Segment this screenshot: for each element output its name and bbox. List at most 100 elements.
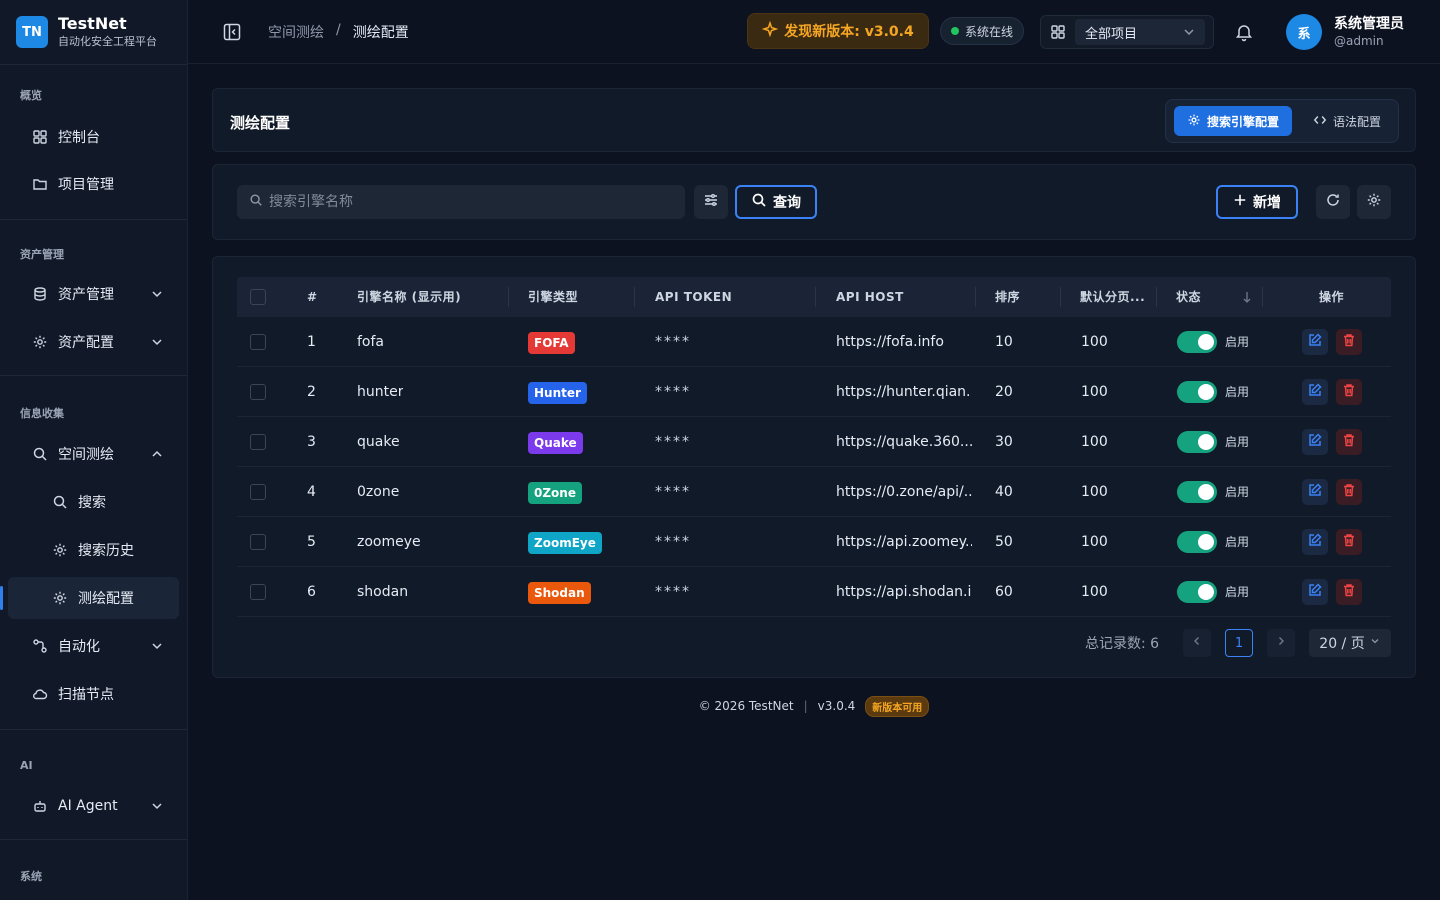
cell-page-size: 100 [1081, 534, 1108, 550]
add-label: 新增 [1253, 195, 1281, 211]
row-checkbox[interactable] [250, 434, 266, 450]
edit-button[interactable] [1302, 429, 1328, 455]
status-toggle[interactable] [1177, 381, 1217, 403]
edit-button[interactable] [1302, 579, 1328, 605]
config-tabs: 搜索引擎配置 语法配置 [1165, 99, 1399, 143]
user-info[interactable]: 系统管理员 @admin [1334, 15, 1404, 49]
sort-arrow-icon[interactable] [1241, 290, 1253, 308]
tab-label: 语法配置 [1332, 114, 1381, 129]
cell-index: 3 [307, 434, 316, 450]
gear-icon [1187, 113, 1201, 130]
top-header: 空间测绘 / 测绘配置 发现新版本: v3.0.4 系统在线 全部项目 系 系统… [188, 0, 1440, 64]
filter-button[interactable] [694, 185, 728, 219]
cell-sort: 20 [995, 384, 1013, 400]
cell-api-token: **** [655, 534, 691, 550]
status-toggle[interactable] [1177, 531, 1217, 553]
cell-name: shodan [357, 584, 409, 600]
tab-search-engine-config[interactable]: 搜索引擎配置 [1174, 106, 1292, 136]
bell-icon[interactable] [1234, 22, 1254, 42]
row-checkbox[interactable] [250, 534, 266, 550]
delete-button[interactable] [1336, 529, 1362, 555]
column-divider [508, 287, 509, 307]
user-id: @admin [1334, 34, 1384, 48]
page-size-select[interactable]: 20 / 页 [1309, 629, 1391, 657]
row-checkbox[interactable] [250, 584, 266, 600]
cell-api-token: **** [655, 334, 691, 350]
refresh-button[interactable] [1316, 185, 1350, 219]
edit-button[interactable] [1302, 479, 1328, 505]
page-number-current[interactable]: 1 [1225, 629, 1253, 657]
delete-button[interactable] [1336, 329, 1362, 355]
cell-sort: 30 [995, 434, 1013, 450]
sidebar-item-projects[interactable]: 项目管理 [8, 163, 179, 205]
trash-icon [1341, 432, 1357, 452]
column-header-sort[interactable]: 排序 [995, 277, 1020, 317]
tab-syntax-config[interactable]: 语法配置 [1302, 106, 1392, 136]
project-selector[interactable]: 全部项目 [1040, 15, 1214, 49]
project-select[interactable]: 全部项目 [1075, 19, 1205, 45]
table-settings-button[interactable] [1357, 185, 1391, 219]
status-toggle[interactable] [1177, 481, 1217, 503]
status-toggle[interactable] [1177, 431, 1217, 453]
delete-button[interactable] [1336, 579, 1362, 605]
column-header-status[interactable]: 状态 [1176, 277, 1201, 317]
sidebar-item-label: AI Agent [58, 798, 118, 814]
prev-page-button[interactable] [1183, 629, 1211, 657]
delete-button[interactable] [1336, 479, 1362, 505]
sidebar-item-asset-config[interactable]: 资产配置 [8, 321, 179, 363]
sidebar-collapse-icon[interactable] [222, 22, 242, 42]
status-toggle[interactable] [1177, 581, 1217, 603]
sidebar-item-search-history[interactable]: 搜索历史 [8, 529, 179, 571]
add-button[interactable]: 新增 [1216, 185, 1298, 219]
select-all-checkbox[interactable] [250, 289, 266, 305]
tab-label: 搜索引擎配置 [1206, 114, 1279, 129]
search-input[interactable] [269, 194, 669, 210]
status-toggle[interactable] [1177, 331, 1217, 353]
table-row: 1 fofa FOFA **** https://fofa.info 10 100 启用 [237, 317, 1391, 367]
breadcrumb-item[interactable]: 空间测绘 [268, 22, 324, 42]
folder-icon [32, 176, 48, 192]
edit-button[interactable] [1302, 529, 1328, 555]
cell-name: hunter [357, 384, 404, 400]
sidebar-item-ai-agent[interactable]: AI Agent [8, 785, 179, 827]
column-header-api-host: API HOST [836, 290, 904, 304]
refresh-icon [1325, 192, 1341, 212]
sidebar-item-space-mapping[interactable]: 空间测绘 [8, 433, 179, 475]
sidebar-item-label: 项目管理 [58, 177, 114, 193]
avatar[interactable]: 系 [1286, 14, 1322, 50]
row-checkbox[interactable] [250, 384, 266, 400]
update-available-button[interactable]: 发现新版本: v3.0.4 [747, 13, 929, 49]
edit-icon [1307, 332, 1323, 352]
chevron-right-icon [1275, 635, 1287, 651]
sidebar-item-automation[interactable]: 自动化 [8, 625, 179, 667]
total-records: 总记录数: 6 [1085, 636, 1160, 652]
cell-index: 2 [307, 384, 316, 400]
table-header: # 引擎名称 (显示用) 引擎类型 API TOKEN API HOST 排序 … [237, 277, 1391, 317]
sidebar-item-scan-nodes[interactable]: 扫描节点 [8, 673, 179, 715]
sidebar-item-dashboard[interactable]: 控制台 [8, 116, 179, 158]
cell-sort: 10 [995, 334, 1013, 350]
delete-button[interactable] [1336, 379, 1362, 405]
footer: © 2026 TestNet | v3.0.4 新版本可用 [212, 695, 1416, 717]
query-button[interactable]: 查询 [735, 185, 817, 219]
row-checkbox[interactable] [250, 484, 266, 500]
row-checkbox[interactable] [250, 334, 266, 350]
sidebar-item-mapping-config[interactable]: 测绘配置 [0, 577, 179, 619]
delete-button[interactable] [1336, 429, 1362, 455]
column-divider [1060, 287, 1061, 307]
sidebar-item-search[interactable]: 搜索 [8, 481, 179, 523]
new-version-badge[interactable]: 新版本可用 [865, 695, 930, 717]
engine-type-tag: FOFA [528, 332, 575, 354]
column-divider [634, 287, 635, 307]
cell-api-token: **** [655, 584, 691, 600]
cell-name: 0zone [357, 484, 400, 500]
edit-button[interactable] [1302, 329, 1328, 355]
search-icon [249, 193, 263, 211]
edit-button[interactable] [1302, 379, 1328, 405]
chevron-up-icon [149, 446, 165, 462]
cell-api-host: https://api.shodan.i... [836, 584, 972, 600]
engine-type-tag: 0Zone [528, 482, 582, 504]
sidebar-item-asset-management[interactable]: 资产管理 [8, 273, 179, 315]
cell-status: 启用 [1225, 435, 1250, 449]
next-page-button[interactable] [1267, 629, 1295, 657]
